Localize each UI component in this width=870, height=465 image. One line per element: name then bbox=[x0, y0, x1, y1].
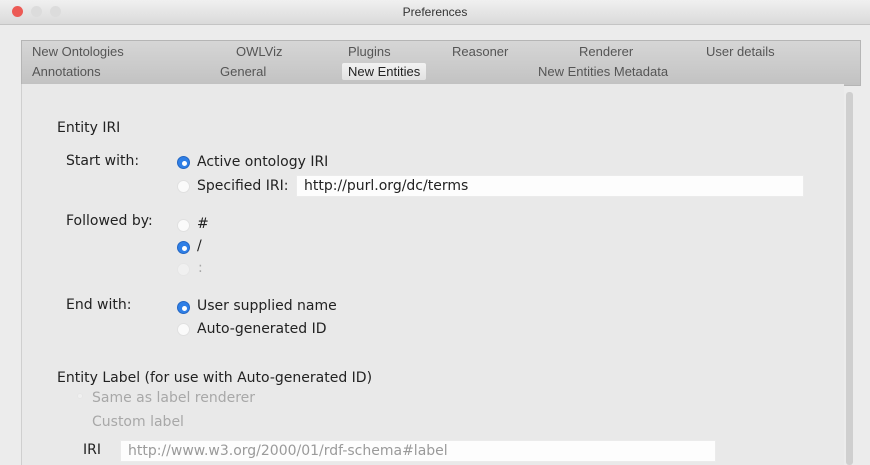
tab-user-details[interactable]: User details bbox=[706, 44, 775, 59]
tab-new-entities[interactable]: New Entities bbox=[342, 63, 427, 80]
entity-label-heading: Entity Label (for use with Auto-generate… bbox=[57, 370, 373, 386]
auto-generated-id-label[interactable]: Auto-generated ID bbox=[197, 321, 327, 337]
start-with-label: Start with: bbox=[66, 153, 140, 169]
tab-annotations[interactable]: Annotations bbox=[32, 64, 101, 79]
colon-label[interactable]: : bbox=[198, 260, 203, 276]
tab-reasoner[interactable]: Reasoner bbox=[452, 44, 508, 59]
slash-label[interactable]: / bbox=[197, 238, 202, 254]
tab-general[interactable]: General bbox=[220, 64, 266, 79]
tab-owlviz[interactable]: OWLViz bbox=[236, 44, 282, 59]
hash-radio[interactable] bbox=[177, 219, 190, 232]
iri-label: IRI bbox=[83, 442, 101, 458]
settings-panel bbox=[21, 84, 844, 465]
same-as-label-renderer-label[interactable]: Same as label renderer bbox=[92, 390, 255, 406]
custom-label-label[interactable]: Custom label bbox=[92, 414, 184, 430]
entity-iri-heading: Entity IRI bbox=[57, 120, 121, 136]
vertical-scrollbar[interactable] bbox=[846, 92, 853, 465]
tab-new-ontologies[interactable]: New Ontologies bbox=[32, 44, 124, 59]
colon-radio[interactable] bbox=[177, 263, 190, 276]
title-bar: Preferences bbox=[0, 0, 870, 25]
followed-by-label: Followed by: bbox=[66, 213, 153, 229]
specified-iri-value[interactable]: http://purl.org/dc/terms bbox=[304, 178, 468, 194]
tab-renderer[interactable]: Renderer bbox=[579, 44, 633, 59]
label-iri-value[interactable]: http://www.w3.org/2000/01/rdf-schema#lab… bbox=[128, 443, 448, 459]
same-as-label-renderer-radio[interactable] bbox=[77, 393, 83, 399]
end-with-label: End with: bbox=[66, 297, 132, 313]
active-ontology-iri-radio[interactable] bbox=[177, 156, 190, 169]
window-title: Preferences bbox=[402, 5, 468, 19]
user-supplied-name-label[interactable]: User supplied name bbox=[197, 298, 337, 314]
tab-bar: New Ontologies OWLViz Plugins Reasoner R… bbox=[21, 40, 861, 86]
user-supplied-name-radio[interactable] bbox=[177, 301, 190, 314]
specified-iri-radio[interactable] bbox=[177, 180, 190, 193]
tab-plugins[interactable]: Plugins bbox=[348, 44, 391, 59]
hash-label[interactable]: # bbox=[197, 216, 209, 232]
slash-radio[interactable] bbox=[177, 241, 190, 254]
specified-iri-label[interactable]: Specified IRI: bbox=[197, 178, 288, 194]
active-ontology-iri-label[interactable]: Active ontology IRI bbox=[197, 154, 328, 170]
tab-new-entities-metadata[interactable]: New Entities Metadata bbox=[538, 64, 668, 79]
auto-generated-id-radio[interactable] bbox=[177, 323, 190, 336]
